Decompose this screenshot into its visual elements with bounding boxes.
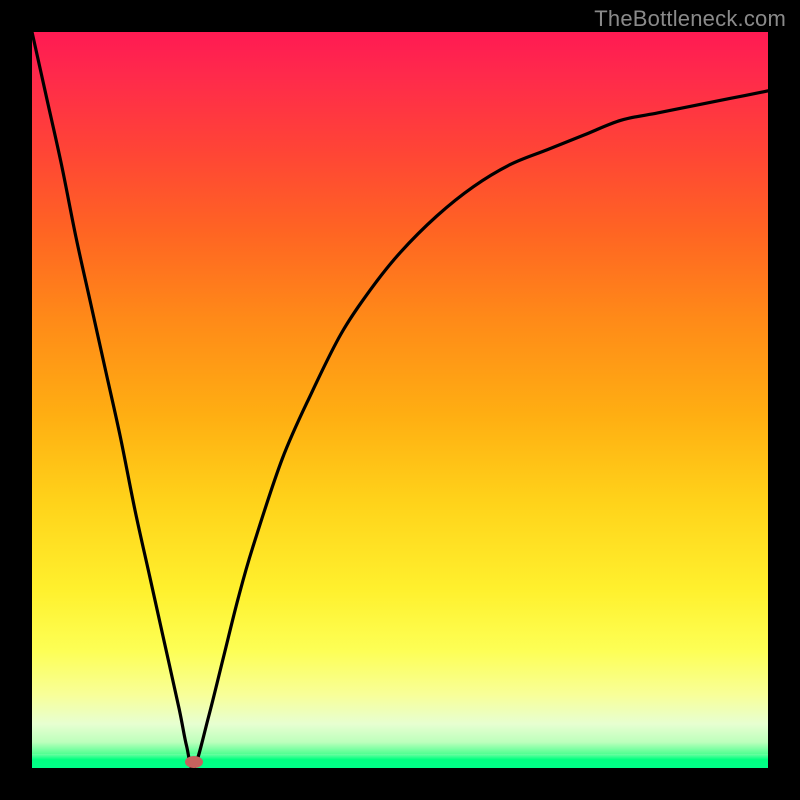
ideal-marker [185, 756, 203, 768]
attribution-text: TheBottleneck.com [594, 6, 786, 32]
chart-frame [32, 32, 768, 768]
bottleneck-curve [32, 32, 768, 768]
